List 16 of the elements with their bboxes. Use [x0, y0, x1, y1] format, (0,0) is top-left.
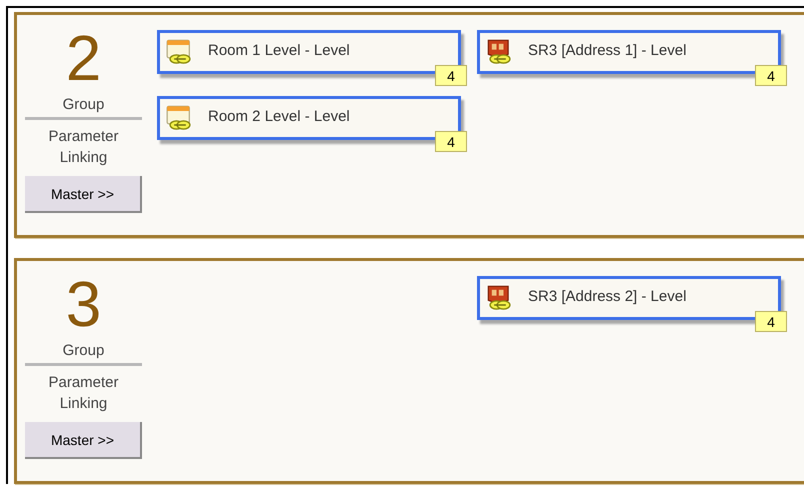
card-title: Room 2 Level - Level — [208, 108, 350, 124]
master-button[interactable]: Master >> — [25, 422, 142, 459]
group-label: Group — [62, 342, 104, 359]
count-badge: 4 — [755, 65, 787, 86]
card-title: SR3 [Address 2] - Level — [528, 288, 686, 304]
group-caption: Parameter Linking — [47, 127, 120, 168]
group-number: 3 — [66, 276, 102, 332]
group-label: Group — [62, 96, 104, 113]
count-badge: 4 — [435, 131, 467, 152]
card-title: SR3 [Address 1] - Level — [528, 42, 686, 58]
group-number: 2 — [66, 30, 102, 86]
group-caption: Parameter Linking — [47, 373, 120, 414]
master-button[interactable]: Master >> — [25, 176, 142, 213]
count-badge: 4 — [755, 311, 787, 332]
count-badge: 4 — [435, 65, 467, 86]
card-title: Room 1 Level - Level — [208, 42, 350, 58]
